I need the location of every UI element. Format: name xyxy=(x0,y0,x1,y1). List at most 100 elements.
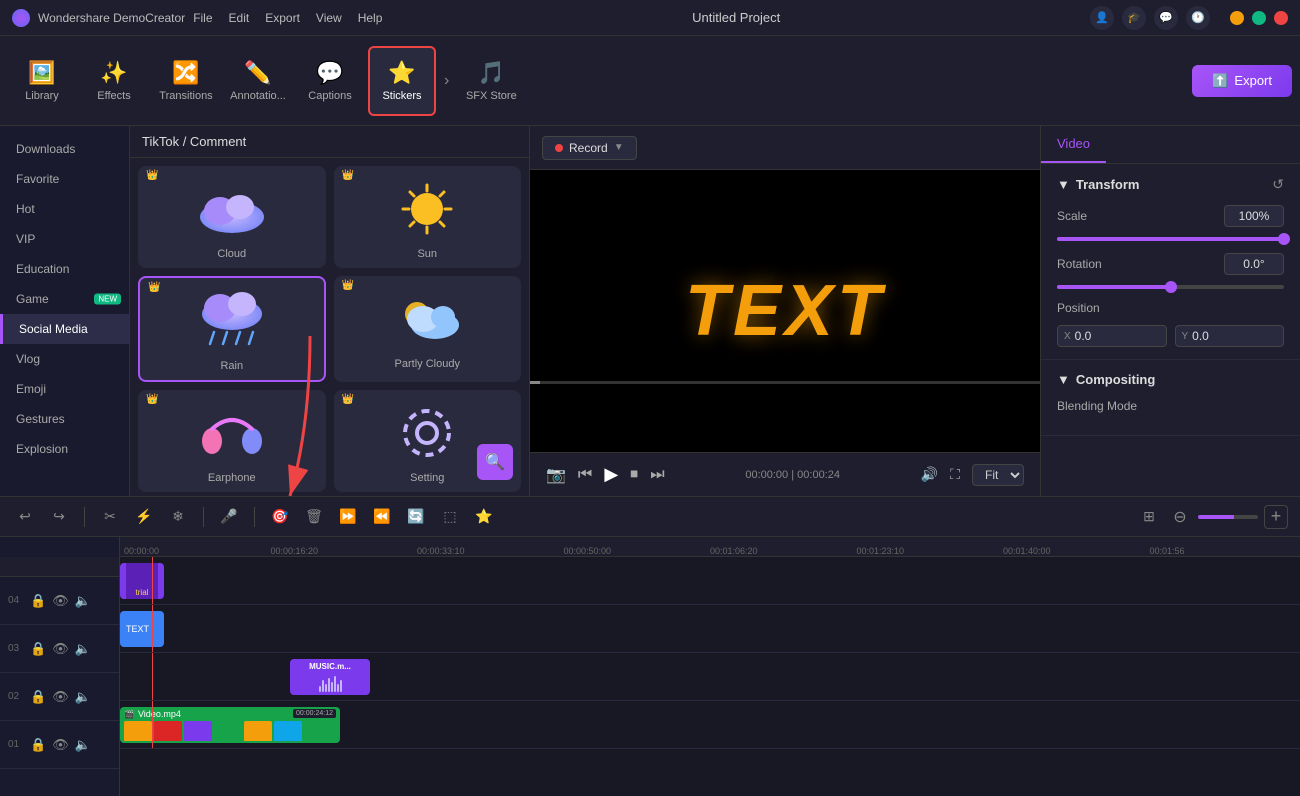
track-lock-01[interactable]: 🔒 xyxy=(30,737,46,753)
track-audio-01[interactable]: 🔈 xyxy=(75,737,91,753)
skip-back-icon[interactable]: ⏮ xyxy=(578,466,592,484)
sidebar-item-game[interactable]: Game NEW xyxy=(0,284,129,314)
marker-button[interactable]: 🎯 xyxy=(267,504,293,530)
sidebar-item-vip[interactable]: VIP xyxy=(0,224,129,254)
rotation-slider[interactable] xyxy=(1057,285,1284,289)
menu-edit[interactable]: Edit xyxy=(229,11,250,25)
sidebar-item-vlog[interactable]: Vlog xyxy=(0,344,129,374)
sidebar-item-social-media[interactable]: Social Media xyxy=(0,314,129,344)
sidebar-item-explosion[interactable]: Explosion xyxy=(0,434,129,464)
history-icon[interactable]: 🕐 xyxy=(1186,6,1210,30)
clip-sticker[interactable]: trial xyxy=(120,563,164,599)
track-eye-04[interactable]: 👁 xyxy=(52,593,69,609)
sidebar-item-gestures[interactable]: Gestures xyxy=(0,404,129,434)
tab-video[interactable]: Video xyxy=(1041,126,1106,163)
maximize-button[interactable]: □ xyxy=(1252,11,1266,25)
time-display: 00:00:00 | 00:00:24 xyxy=(745,469,840,481)
zoom-in-button[interactable]: + xyxy=(1264,505,1288,529)
clip-text[interactable]: TEXT xyxy=(120,611,164,647)
scale-slider-thumb[interactable] xyxy=(1278,233,1290,245)
menu-export[interactable]: Export xyxy=(265,11,300,25)
zoom-slider[interactable] xyxy=(1198,515,1258,519)
record-button[interactable]: Record ▼ xyxy=(542,136,637,160)
sidebar-item-downloads[interactable]: Downloads xyxy=(0,134,129,164)
track-audio-02[interactable]: 🔈 xyxy=(75,689,91,705)
clip-video[interactable]: 🎬 Video.mp4 00:00:24:12 xyxy=(120,707,340,743)
speed-button[interactable]: ⏩ xyxy=(335,504,361,530)
play-button[interactable]: ▶ xyxy=(604,464,618,485)
volume-icon[interactable]: 🔊 xyxy=(921,466,938,483)
separator-2 xyxy=(203,507,204,527)
track-eye-03[interactable]: 👁 xyxy=(52,641,69,657)
position-x-field[interactable]: X 0.0 xyxy=(1057,325,1167,347)
freeze-button[interactable]: ❄ xyxy=(165,504,191,530)
motion-button[interactable]: 🔄 xyxy=(403,504,429,530)
undo-button[interactable]: ↩ xyxy=(12,504,38,530)
track-eye-02[interactable]: 👁 xyxy=(52,689,69,705)
track-audio-03[interactable]: 🔈 xyxy=(75,641,91,657)
crop-button[interactable]: ⬚ xyxy=(437,504,463,530)
sticker-earphone[interactable]: 👑 Earphone xyxy=(138,390,326,492)
sidebar-item-education[interactable]: Education xyxy=(0,254,129,284)
scale-slider-fill xyxy=(1057,237,1284,241)
tool-effects[interactable]: ✨ Effects xyxy=(80,46,148,116)
menu-file[interactable]: File xyxy=(193,11,212,25)
sticker-cloud[interactable]: 👑 Cloud xyxy=(138,166,326,268)
effects-timeline-button[interactable]: ⭐ xyxy=(471,504,497,530)
transform-header[interactable]: ▼ Transform ↺ xyxy=(1057,176,1284,193)
delete-button[interactable]: 🗑 xyxy=(301,504,327,530)
reset-icon[interactable]: ↺ xyxy=(1272,176,1284,193)
toolbar-more[interactable]: › xyxy=(440,72,453,90)
tool-transitions[interactable]: 🔀 Transitions xyxy=(152,46,220,116)
left-sidebar: Downloads Favorite Hot VIP Education Gam… xyxy=(0,126,130,496)
menu-help[interactable]: Help xyxy=(358,11,383,25)
track-audio-04[interactable]: 🔈 xyxy=(75,593,91,609)
export-button[interactable]: ⬆️ Export xyxy=(1192,65,1292,97)
fit-select[interactable]: Fit xyxy=(972,464,1024,486)
sticker-sun-img xyxy=(387,174,467,244)
preview-area: Record ▼ TEXT 📷 ⏮ ▶ ⏹ ⏭ 00:00:00 | 00:00… xyxy=(530,126,1040,496)
reverse-button[interactable]: ⏪ xyxy=(369,504,395,530)
notification-icon[interactable]: 💬 xyxy=(1154,6,1178,30)
clip-audio[interactable]: MUSIC.m... xyxy=(290,659,370,695)
redo-button[interactable]: ↪ xyxy=(46,504,72,530)
rotation-slider-thumb[interactable] xyxy=(1165,281,1177,293)
close-button[interactable]: ✕ xyxy=(1274,11,1288,25)
add-track-button[interactable]: ⊞ xyxy=(1136,504,1162,530)
scale-value[interactable]: 100% xyxy=(1224,205,1284,227)
screenshot-icon[interactable]: 📷 xyxy=(546,465,566,485)
tool-library[interactable]: 🖼️ Library xyxy=(8,46,76,116)
track-eye-01[interactable]: 👁 xyxy=(52,737,69,753)
sidebar-item-favorite[interactable]: Favorite xyxy=(0,164,129,194)
user-icon[interactable]: 👤 xyxy=(1090,6,1114,30)
track-lock-02[interactable]: 🔒 xyxy=(30,689,46,705)
sfxstore-icon: 🎵 xyxy=(478,60,505,86)
cut-button[interactable]: ✂ xyxy=(97,504,123,530)
tool-captions[interactable]: 💬 Captions xyxy=(296,46,364,116)
search-button[interactable]: 🔍 xyxy=(477,444,513,480)
compositing-header[interactable]: ▼ Compositing xyxy=(1057,372,1284,387)
tool-stickers[interactable]: ⭐ Stickers xyxy=(368,46,436,116)
track-lock-03[interactable]: 🔒 xyxy=(30,641,46,657)
menu-view[interactable]: View xyxy=(316,11,342,25)
skip-forward-icon[interactable]: ⏭ xyxy=(650,466,664,484)
split-button[interactable]: ⚡ xyxy=(131,504,157,530)
help-icon[interactable]: 🎓 xyxy=(1122,6,1146,30)
track-lock-04[interactable]: 🔒 xyxy=(30,593,46,609)
tool-annotations[interactable]: ✏️ Annotatio... xyxy=(224,46,292,116)
rotation-value[interactable]: 0.0° xyxy=(1224,253,1284,275)
sticker-partly-cloudy[interactable]: 👑 Partly Cloudy xyxy=(334,276,522,382)
minimize-button[interactable]: — xyxy=(1230,11,1244,25)
sticker-sun[interactable]: 👑 Sun xyxy=(334,166,522,268)
sticker-earphone-label: Earphone xyxy=(208,472,256,484)
mic-button[interactable]: 🎤 xyxy=(216,504,242,530)
scale-slider[interactable] xyxy=(1057,237,1284,241)
stop-button[interactable]: ⏹ xyxy=(630,466,638,484)
sticker-rain[interactable]: 👑 xyxy=(138,276,326,382)
tool-sfxstore[interactable]: 🎵 SFX Store xyxy=(457,46,525,116)
sidebar-item-emoji[interactable]: Emoji xyxy=(0,374,129,404)
position-y-field[interactable]: Y 0.0 xyxy=(1175,325,1285,347)
zoom-out-button[interactable]: ⊖ xyxy=(1168,505,1192,529)
fullscreen-icon[interactable]: ⛶ xyxy=(950,466,960,483)
sidebar-item-hot[interactable]: Hot xyxy=(0,194,129,224)
